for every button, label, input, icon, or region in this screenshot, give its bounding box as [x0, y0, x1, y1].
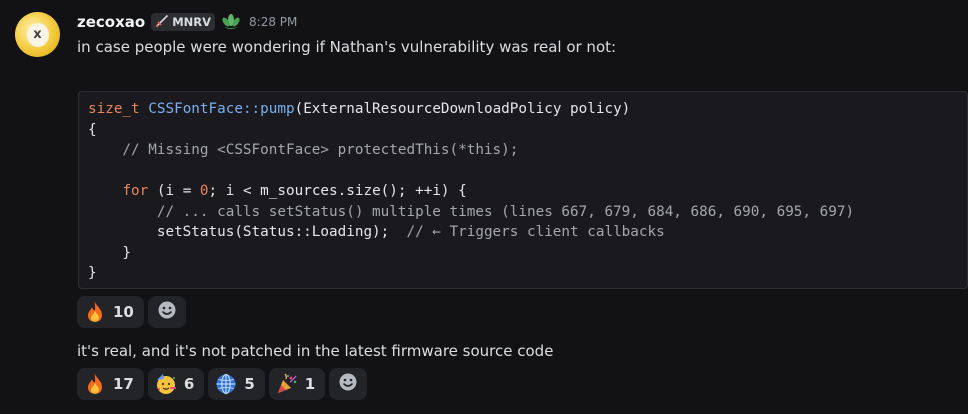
code-line: // ... calls setStatus() multiple times …: [88, 202, 958, 223]
reactions-bar-2: 17 6 5 1: [77, 368, 368, 400]
reaction-count: 1: [304, 375, 316, 393]
message-text-1: in case people were wondering if Nathan'…: [77, 38, 617, 56]
globe-emoji: [215, 373, 237, 395]
message-text-2: it's real, and it's not patched in the l…: [77, 342, 554, 360]
add-reaction-smiley-icon: [338, 372, 358, 396]
partying-face-emoji: [155, 373, 177, 395]
message-header: zecoxao MNRV 8:28 PM: [77, 10, 297, 34]
avatar[interactable]: x: [15, 12, 60, 57]
code-number: 0: [199, 183, 209, 199]
sword-icon: [155, 13, 169, 32]
code-line: setStatus(Status::Loading); // ← Trigger…: [88, 224, 665, 240]
server-tag[interactable]: MNRV: [151, 13, 216, 32]
code-comment: // ← Triggers client callbacks: [406, 224, 665, 240]
code-keyword: for: [122, 183, 149, 199]
code-line: size_t CSSFontFace::pump(ExternalResourc…: [88, 99, 958, 120]
code-comment: // Missing <CSSFontFace> protectedThis(*…: [88, 142, 519, 158]
code-line: }: [88, 244, 132, 261]
reaction-partying-face[interactable]: 6: [147, 368, 205, 400]
reaction-count: 6: [183, 375, 195, 393]
reactions-bar-1: 10: [77, 296, 186, 328]
message-group: x zecoxao MNRV 8:28 PM in case people we…: [0, 0, 968, 414]
code-line: // Missing <CSSFontFace> protectedThis(*…: [88, 140, 958, 161]
code-line: }: [88, 265, 97, 281]
code-token: (ExternalResourceDownloadPolicy policy): [294, 101, 631, 117]
username[interactable]: zecoxao: [77, 13, 145, 31]
fire-emoji: [84, 301, 106, 323]
code-block: size_t CSSFontFace::pump(ExternalResourc…: [78, 91, 968, 289]
reaction-fire[interactable]: 10: [77, 296, 144, 328]
party-popper-emoji: [276, 373, 298, 395]
reaction-party-popper[interactable]: 1: [268, 368, 326, 400]
green-lotus-icon[interactable]: [221, 13, 241, 31]
code-token: CSSFontFace::pump: [148, 101, 295, 117]
add-reaction-smiley-icon: [157, 300, 177, 324]
code-comment: // ... calls setStatus() multiple times …: [88, 203, 855, 220]
avatar-letter: x: [26, 22, 49, 47]
add-reaction-button[interactable]: [329, 368, 368, 400]
reaction-fire[interactable]: 17: [77, 368, 144, 400]
reaction-globe[interactable]: 5: [208, 368, 265, 400]
reaction-count: 10: [113, 303, 134, 321]
reaction-count: 17: [113, 375, 134, 393]
code-token: size_t: [88, 101, 140, 117]
code-line: for (i = 0; i < m_sources.size(); ++i) {: [122, 183, 467, 199]
code-token: {: [88, 121, 97, 138]
fire-emoji: [84, 373, 106, 395]
timestamp: 8:28 PM: [249, 15, 298, 29]
server-tag-label: MNRV: [172, 15, 212, 29]
add-reaction-button[interactable]: [147, 296, 186, 328]
code-line: {: [88, 120, 958, 141]
reaction-count: 5: [244, 375, 255, 393]
